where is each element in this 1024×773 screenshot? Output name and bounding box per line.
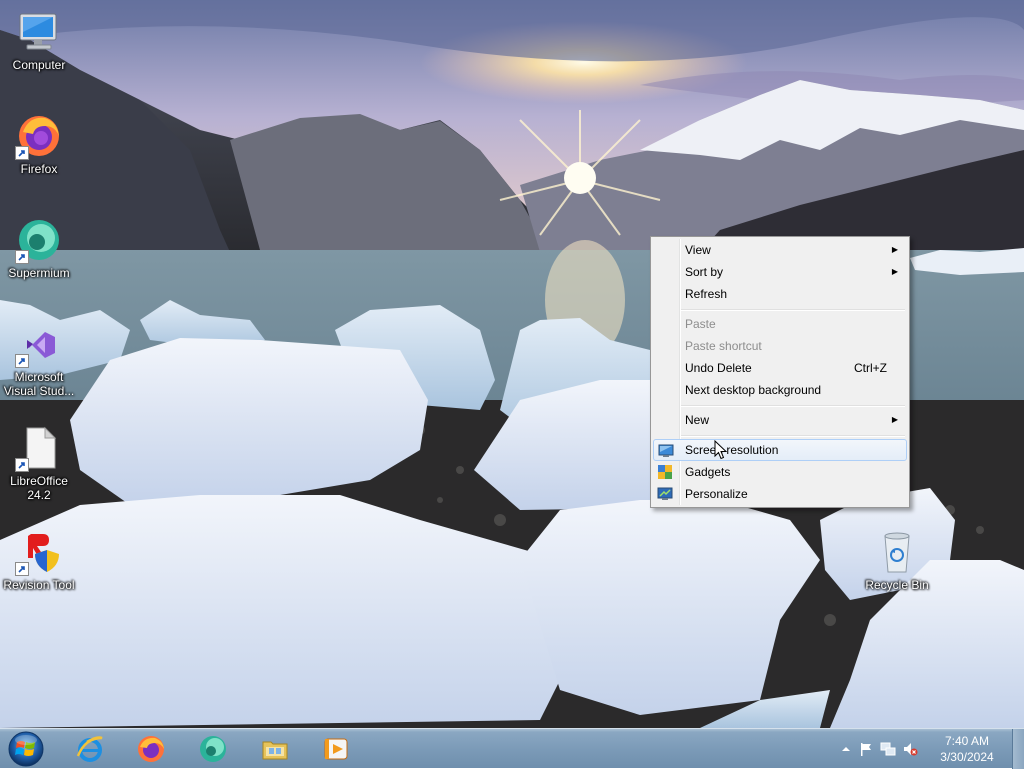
shortcut-arrow-icon	[15, 250, 29, 264]
personalize-icon	[657, 487, 673, 500]
desktop[interactable]: Computer Firefox Supermium Microsoft Vis…	[0, 0, 1024, 728]
computer-label: Computer	[12, 58, 66, 72]
computer-icon	[15, 8, 63, 56]
taskbar-file-explorer[interactable]	[247, 731, 303, 767]
recycle-bin-icon	[873, 528, 921, 576]
menu-item-label: Sort by	[685, 265, 724, 279]
monitor-icon	[658, 444, 674, 457]
firefox-label: Firefox	[20, 162, 58, 176]
menu-item-paste-shortcut[interactable]: Paste shortcut	[653, 335, 907, 357]
desktop-context-menu: View ▶ Sort by ▶ Refresh Paste Paste sho…	[650, 236, 910, 508]
menu-item-label: Paste shortcut	[685, 339, 762, 353]
menu-item-label: Paste	[685, 317, 716, 331]
menu-item-label: Refresh	[685, 287, 728, 301]
windows-logo-icon	[8, 731, 44, 767]
action-center-flag-icon[interactable]	[858, 741, 874, 757]
visual-studio-icon	[15, 320, 63, 368]
start-button[interactable]	[6, 730, 46, 768]
libreoffice-icon	[15, 424, 63, 472]
submenu-arrow-icon: ▶	[891, 415, 898, 424]
menu-item-refresh[interactable]: Refresh	[653, 283, 907, 305]
supermium-label: Supermium	[8, 266, 70, 280]
supermium-icon	[15, 216, 63, 264]
show-desktop-button[interactable]	[1012, 729, 1024, 769]
menu-item-label: Next desktop background	[685, 383, 822, 397]
folder-icon	[262, 741, 288, 760]
show-hidden-icons-icon[interactable]	[838, 741, 854, 757]
visual-studio-label: Microsoft Visual Stud...	[3, 370, 75, 398]
shortcut-arrow-icon	[15, 458, 29, 472]
menu-item-label: Gadgets	[685, 465, 731, 479]
submenu-arrow-icon: ▶	[891, 245, 898, 254]
taskbar-supermium[interactable]	[185, 731, 241, 767]
clock-time: 7:40 AM	[944, 734, 990, 748]
firefox-desktop-icon[interactable]: Firefox	[1, 112, 77, 176]
internet-explorer-icon	[76, 736, 103, 762]
visual-studio-desktop-icon[interactable]: Microsoft Visual Stud...	[1, 320, 77, 398]
menu-item-view[interactable]: View ▶	[653, 239, 907, 261]
menu-item-label: Screen resolution	[685, 443, 779, 457]
taskbar-internet-explorer[interactable]	[62, 731, 118, 767]
menu-separator	[681, 405, 905, 407]
submenu-arrow-icon: ▶	[891, 267, 898, 276]
system-tray: 7:40 AM 3/30/2024	[834, 729, 1024, 769]
recycle-bin-desktop-icon[interactable]: Recycle Bin	[859, 528, 935, 592]
mouse-cursor-icon	[714, 440, 727, 460]
taskbar: 7:40 AM 3/30/2024	[0, 728, 1024, 769]
computer-desktop-icon[interactable]: Computer	[1, 8, 77, 72]
menu-item-paste[interactable]: Paste	[653, 313, 907, 335]
firefox-icon	[15, 112, 63, 160]
menu-separator	[681, 309, 905, 311]
menu-item-new[interactable]: New ▶	[653, 409, 907, 431]
menu-item-shortcut-key: Ctrl+Z	[854, 361, 887, 375]
menu-item-label: Undo Delete	[685, 361, 752, 375]
menu-item-label: New	[685, 413, 710, 427]
revision-tool-icon	[15, 528, 63, 576]
network-icon[interactable]	[880, 741, 896, 757]
menu-separator	[681, 435, 905, 437]
taskbar-clock[interactable]: 7:40 AM 3/30/2024	[932, 733, 1002, 765]
menu-item-screen-resolution[interactable]: Screen resolution	[653, 439, 907, 461]
media-player-icon	[324, 738, 348, 760]
shortcut-arrow-icon	[15, 354, 29, 368]
revision-tool-desktop-icon[interactable]: Revision Tool	[1, 528, 77, 592]
recycle-bin-label: Recycle Bin	[865, 578, 929, 592]
taskbar-media-player[interactable]	[308, 731, 364, 767]
menu-item-undo-delete[interactable]: Undo Delete Ctrl+Z	[653, 357, 907, 379]
gadgets-icon	[658, 465, 672, 479]
libreoffice-label: LibreOffice 24.2	[10, 474, 68, 502]
clock-date: 3/30/2024	[940, 750, 994, 764]
menu-item-label: Personalize	[685, 487, 748, 501]
supermium-icon	[200, 736, 226, 762]
menu-item-next-desktop-background[interactable]: Next desktop background	[653, 379, 907, 401]
firefox-icon	[138, 736, 164, 762]
menu-item-personalize[interactable]: Personalize	[653, 483, 907, 505]
supermium-desktop-icon[interactable]: Supermium	[1, 216, 77, 280]
revision-tool-label: Revision Tool	[3, 578, 75, 592]
taskbar-firefox[interactable]	[123, 731, 179, 767]
menu-item-sort-by[interactable]: Sort by ▶	[653, 261, 907, 283]
shortcut-arrow-icon	[15, 146, 29, 160]
menu-item-label: View	[685, 243, 711, 257]
shortcut-arrow-icon	[15, 562, 29, 576]
volume-muted-icon[interactable]	[902, 741, 918, 757]
menu-item-gadgets[interactable]: Gadgets	[653, 461, 907, 483]
libreoffice-desktop-icon[interactable]: LibreOffice 24.2	[1, 424, 77, 502]
